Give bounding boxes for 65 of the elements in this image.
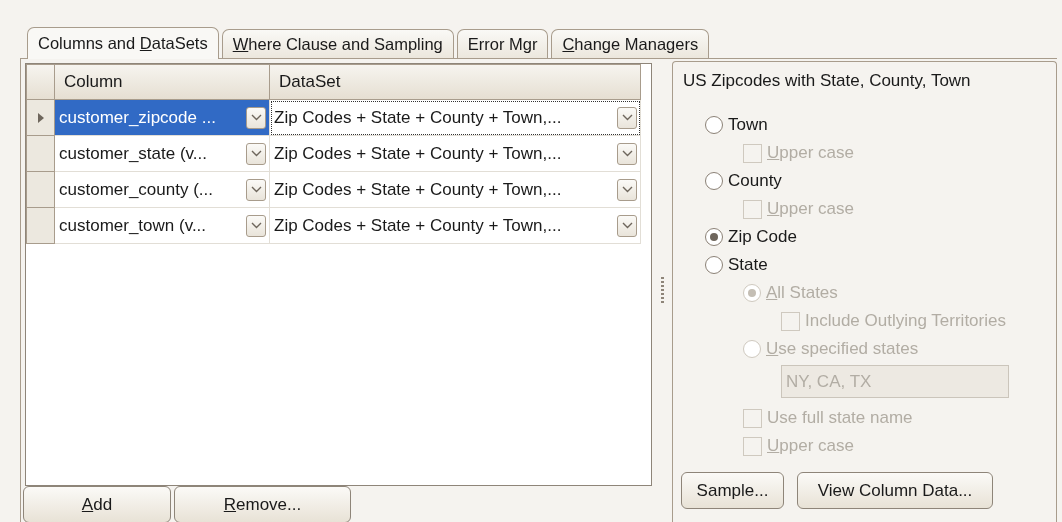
grid-button[interactable]: Add [23, 486, 171, 522]
chevron-down-icon [621, 186, 633, 193]
grid-corner [26, 64, 55, 100]
radio-button[interactable] [705, 172, 723, 190]
tab[interactable]: Change Managers [551, 29, 710, 58]
chevron-down-icon [621, 150, 633, 157]
row-selector[interactable] [26, 100, 55, 136]
chevron-down-icon [250, 222, 262, 229]
dropdown-button[interactable] [246, 214, 266, 237]
column-combo-cell[interactable]: customer_county (... [55, 172, 270, 208]
dropdown-button[interactable] [617, 142, 637, 165]
radio-label: Zip Code [728, 227, 797, 247]
radio-label: State [728, 255, 768, 275]
column-combo-cell[interactable]: customer_zipcode ... [55, 100, 270, 136]
dropdown-button[interactable] [617, 214, 637, 237]
chevron-down-icon [621, 114, 633, 121]
tab[interactable]: Columns and DataSets [27, 27, 219, 59]
column-header[interactable]: Column [55, 64, 270, 100]
dataset-combo-cell[interactable]: Zip Codes + State + County + Town,... [270, 100, 641, 136]
chevron-down-icon [250, 114, 262, 121]
dropdown-button[interactable] [246, 178, 266, 201]
chevron-down-icon [621, 222, 633, 229]
cell-text: customer_county (... [59, 179, 213, 200]
dataset-combo-cell[interactable]: Zip Codes + State + County + Town,... [270, 136, 641, 172]
row-selector[interactable] [26, 136, 55, 172]
cell-text: Zip Codes + State + County + Town,... [274, 143, 562, 164]
row-selector[interactable] [26, 208, 55, 244]
radio-label: All States [766, 283, 838, 303]
grid-button[interactable]: Remove... [174, 486, 351, 522]
chevron-down-icon [250, 150, 262, 157]
cell-text: customer_state (v... [59, 143, 207, 164]
radio-button[interactable] [705, 256, 723, 274]
column-header[interactable]: DataSet [270, 64, 641, 100]
action-button[interactable]: Sample... [681, 472, 784, 509]
cell-text: Zip Codes + State + County + Town,... [274, 215, 562, 236]
cell-text: Zip Codes + State + County + Town,... [274, 179, 562, 200]
dataset-title: US Zipcodes with State, County, Town [683, 71, 972, 91]
radio-button[interactable] [705, 116, 723, 134]
column-combo-cell[interactable]: customer_state (v... [55, 136, 270, 172]
row-selector[interactable] [26, 172, 55, 208]
cell-text: customer_zipcode ... [59, 107, 216, 128]
cell-text: Zip Codes + State + County + Town,... [274, 107, 562, 128]
checkbox-label: Upper case [767, 199, 854, 219]
radio-label: County [728, 171, 782, 191]
radio-label: Town [728, 115, 768, 135]
checkbox-label: Include Outlying Territories [805, 311, 1006, 331]
chevron-down-icon [250, 186, 262, 193]
checkbox-label: Upper case [767, 436, 854, 456]
radio-button[interactable] [705, 228, 723, 246]
cell-text: customer_town (v... [59, 215, 207, 236]
dataset-combo-cell[interactable]: Zip Codes + State + County + Town,... [270, 172, 641, 208]
splitter-grip[interactable] [660, 276, 664, 305]
dropdown-button[interactable] [617, 178, 637, 201]
dropdown-button[interactable] [246, 142, 266, 165]
dropdown-button[interactable] [246, 106, 266, 129]
dropdown-button[interactable] [617, 106, 637, 129]
checkbox-label: Use full state name [767, 408, 913, 428]
column-combo-cell[interactable]: customer_town (v... [55, 208, 270, 244]
dataset-combo-cell[interactable]: Zip Codes + State + County + Town,... [270, 208, 641, 244]
tab[interactable]: Where Clause and Sampling [221, 29, 454, 58]
action-button[interactable]: View Column Data... [797, 472, 993, 509]
radio-label: Use specified states [766, 339, 919, 359]
checkbox-label: Upper case [767, 143, 854, 163]
tab[interactable]: Error Mgr [456, 29, 549, 58]
current-row-icon [37, 112, 44, 123]
